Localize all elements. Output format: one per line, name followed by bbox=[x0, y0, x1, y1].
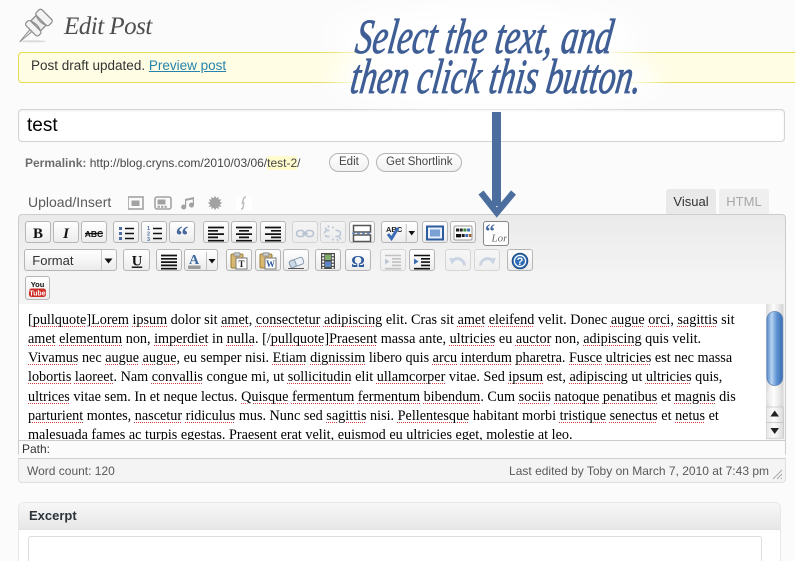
svg-text:U: U bbox=[132, 253, 143, 269]
svg-text:Tube: Tube bbox=[29, 290, 45, 297]
svg-text:W: W bbox=[266, 259, 275, 269]
svg-text:I: I bbox=[62, 226, 70, 242]
svg-text:Lor: Lor bbox=[490, 233, 507, 245]
svg-text:You: You bbox=[30, 280, 44, 289]
svg-text:Ω: Ω bbox=[351, 252, 365, 270]
svg-text:B: B bbox=[33, 226, 43, 242]
svg-text:?: ? bbox=[516, 256, 523, 268]
svg-text:“: “ bbox=[176, 224, 189, 242]
svg-text:3: 3 bbox=[147, 237, 150, 242]
svg-text:T: T bbox=[238, 259, 244, 269]
